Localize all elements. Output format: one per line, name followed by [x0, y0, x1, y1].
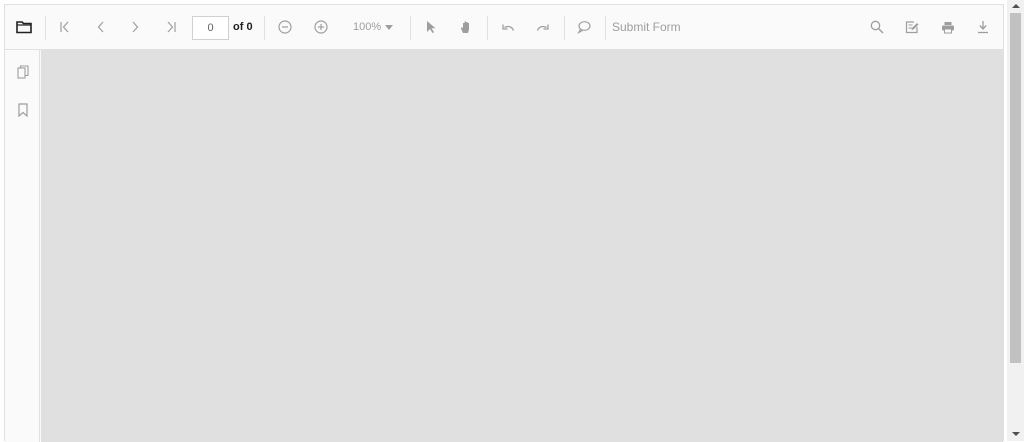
zoom-in-icon[interactable]: [310, 16, 332, 38]
toolbar-separator: [45, 16, 46, 40]
undo-icon[interactable]: [497, 16, 519, 38]
redo-icon[interactable]: [532, 16, 554, 38]
next-page-icon[interactable]: [124, 16, 146, 38]
toolbar-separator: [487, 16, 488, 40]
last-page-icon[interactable]: [160, 16, 182, 38]
selection-tool-icon[interactable]: [420, 16, 442, 38]
navigation-pane: [5, 50, 40, 442]
toolbar-separator: [264, 16, 265, 40]
download-icon[interactable]: [972, 16, 994, 38]
bookmarks-icon[interactable]: [15, 102, 31, 118]
scroll-up-arrow-icon[interactable]: [1012, 4, 1020, 8]
first-page-icon[interactable]: [54, 16, 76, 38]
print-icon[interactable]: [937, 16, 959, 38]
zoom-out-icon[interactable]: [274, 16, 296, 38]
vertical-scrollbar[interactable]: [1007, 0, 1024, 441]
scrollbar-thumb[interactable]: [1010, 13, 1021, 363]
pdf-viewer: 0 of 0 100% Submit Form: [4, 4, 1004, 442]
toolbar-separator: [605, 16, 606, 40]
scroll-down-arrow-icon[interactable]: [1012, 432, 1020, 436]
submit-form-button[interactable]: Submit Form: [612, 20, 681, 34]
search-icon[interactable]: [866, 16, 888, 38]
zoom-level-dropdown[interactable]: 100%: [353, 21, 381, 33]
pan-tool-icon[interactable]: [455, 16, 477, 38]
page-count-label: of 0: [233, 21, 253, 33]
chevron-down-icon[interactable]: [385, 25, 393, 30]
open-folder-icon[interactable]: [13, 16, 35, 38]
toolbar: 0 of 0 100% Submit Form: [5, 5, 1003, 50]
toolbar-separator: [564, 16, 565, 40]
toolbar-separator: [410, 16, 411, 40]
comment-icon[interactable]: [573, 16, 595, 38]
annotation-edit-icon[interactable]: [901, 16, 923, 38]
page-number-input[interactable]: 0: [192, 16, 229, 40]
document-viewport[interactable]: [41, 50, 1003, 442]
previous-page-icon[interactable]: [90, 16, 112, 38]
page-thumbnails-icon[interactable]: [15, 64, 31, 80]
